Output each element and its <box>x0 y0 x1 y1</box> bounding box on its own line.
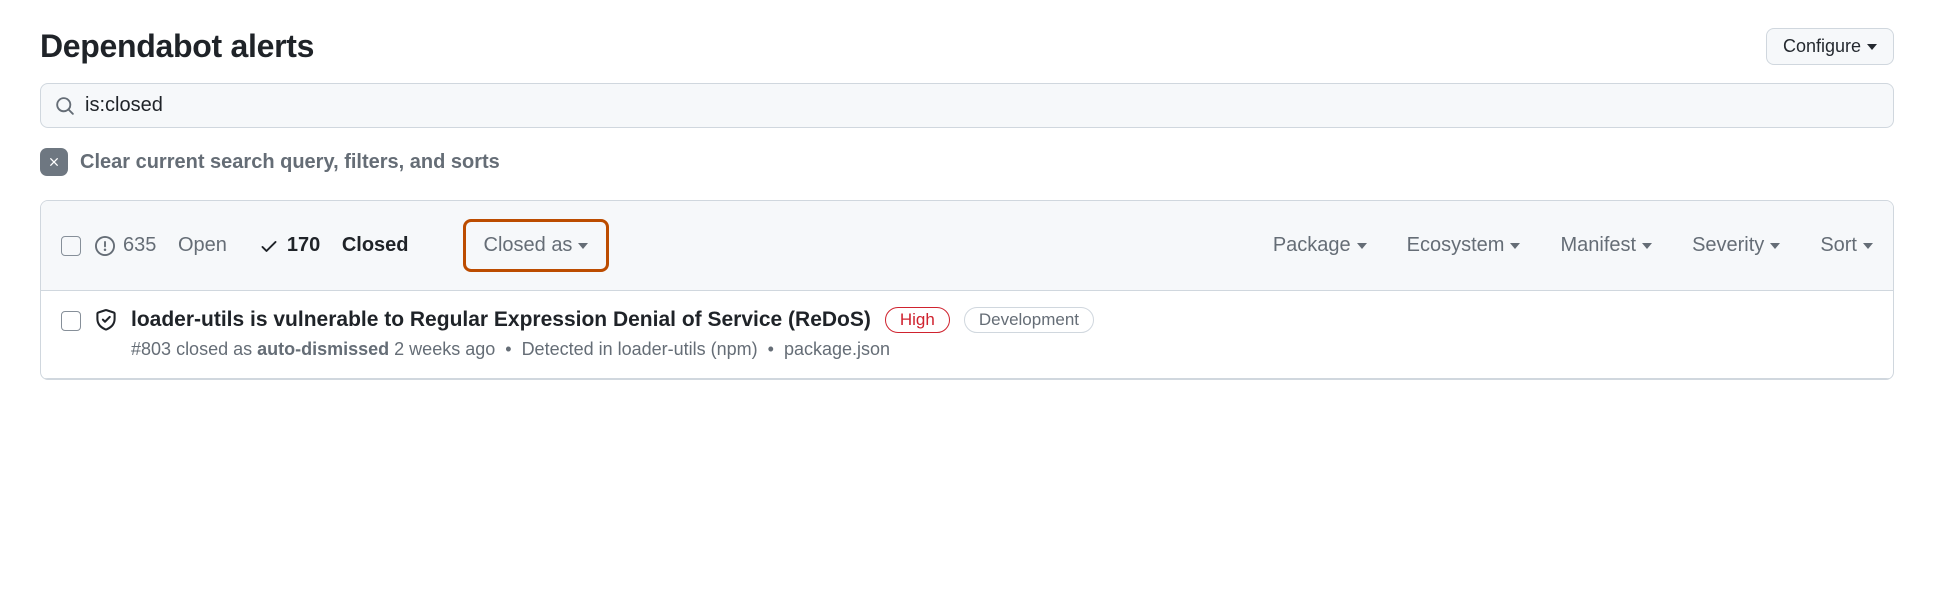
alert-status-prefix: closed as <box>176 339 252 359</box>
alert-icon <box>95 236 115 256</box>
caret-down-icon <box>578 243 588 249</box>
filter-severity[interactable]: Severity <box>1692 234 1780 257</box>
caret-down-icon <box>1863 243 1873 249</box>
row-checkbox[interactable] <box>61 311 81 331</box>
closed-count: 170 <box>287 234 320 257</box>
search-icon <box>55 96 75 116</box>
search-input[interactable] <box>85 94 1879 117</box>
search-box[interactable] <box>40 83 1894 128</box>
list-item[interactable]: loader-utils is vulnerable to Regular Ex… <box>41 291 1893 379</box>
alert-number: #803 <box>131 339 171 359</box>
clear-filters-label: Clear current search query, filters, and… <box>80 151 500 174</box>
filter-manifest-label: Manifest <box>1560 234 1636 257</box>
filter-closed-as-label: Closed as <box>484 234 573 257</box>
clear-filters-button[interactable]: Clear current search query, filters, and… <box>40 148 1894 176</box>
page-title: Dependabot alerts <box>40 28 314 65</box>
filter-sort-label: Sort <box>1820 234 1857 257</box>
filter-manifest[interactable]: Manifest <box>1560 234 1652 257</box>
filter-closed-as[interactable]: Closed as <box>463 219 610 272</box>
filter-ecosystem[interactable]: Ecosystem <box>1407 234 1521 257</box>
caret-down-icon <box>1357 243 1367 249</box>
open-tab[interactable]: 635 Open <box>95 234 227 257</box>
alert-detected-in: Detected in loader-utils (npm) <box>522 339 758 359</box>
configure-label: Configure <box>1783 36 1861 57</box>
caret-down-icon <box>1510 243 1520 249</box>
closed-label: Closed <box>342 234 409 257</box>
shield-check-icon <box>95 309 117 331</box>
alert-title[interactable]: loader-utils is vulnerable to Regular Ex… <box>131 308 871 332</box>
filter-package-label: Package <box>1273 234 1351 257</box>
alert-status-reason: auto-dismissed <box>257 339 389 359</box>
check-icon <box>259 236 279 256</box>
alerts-list: 635 Open 170 Closed Closed as Package Ec… <box>40 200 1894 380</box>
filters-group: Package Ecosystem Manifest Severity Sort <box>1273 234 1873 257</box>
scope-badge: Development <box>964 307 1094 333</box>
severity-badge: High <box>885 307 950 333</box>
filter-sort[interactable]: Sort <box>1820 234 1873 257</box>
filter-severity-label: Severity <box>1692 234 1764 257</box>
open-label: Open <box>178 234 227 257</box>
caret-down-icon <box>1867 44 1877 50</box>
alert-manifest: package.json <box>784 339 890 359</box>
close-icon <box>40 148 68 176</box>
caret-down-icon <box>1642 243 1652 249</box>
filter-ecosystem-label: Ecosystem <box>1407 234 1505 257</box>
caret-down-icon <box>1770 243 1780 249</box>
alert-when: 2 weeks ago <box>394 339 495 359</box>
closed-tab[interactable]: 170 Closed <box>259 234 409 257</box>
alert-meta: #803 closed as auto-dismissed 2 weeks ag… <box>131 339 1873 360</box>
configure-button[interactable]: Configure <box>1766 28 1894 65</box>
open-count: 635 <box>123 234 156 257</box>
filter-package[interactable]: Package <box>1273 234 1367 257</box>
list-header: 635 Open 170 Closed Closed as Package Ec… <box>41 201 1893 291</box>
select-all-checkbox[interactable] <box>61 236 81 256</box>
